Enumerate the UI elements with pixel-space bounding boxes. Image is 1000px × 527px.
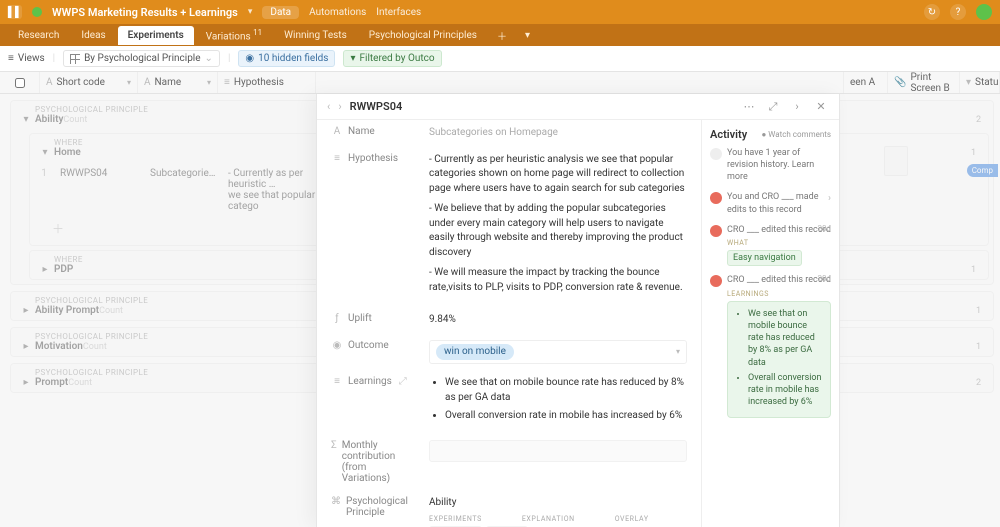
text-icon: A: [144, 77, 151, 88]
col-short-code[interactable]: AShort code▾: [40, 72, 138, 93]
avatar: [710, 225, 722, 237]
field-name-value[interactable]: Subcategories on Homepage: [429, 126, 687, 141]
text-icon: A: [331, 126, 343, 141]
field-label: Learnings: [348, 376, 392, 428]
app-logo[interactable]: ▌▌: [8, 5, 22, 19]
rollup-icon: Σ: [331, 440, 337, 484]
funnel-icon: ▾: [350, 53, 355, 64]
record-title: RWWPS04: [350, 100, 403, 113]
tab-automations[interactable]: Automations: [309, 7, 366, 18]
table-tab-experiments[interactable]: Experiments: [118, 26, 194, 45]
field-label: Hypothesis: [348, 153, 398, 302]
table-tabs-dropdown[interactable]: ▾: [517, 30, 538, 41]
outcome-tag: win on mobile: [436, 344, 514, 361]
chevron-down-icon[interactable]: ▾: [248, 7, 253, 17]
field-label: Uplift: [348, 313, 372, 328]
select-icon: ◉: [331, 340, 343, 365]
activity-what-chip: Easy navigation: [727, 250, 802, 266]
activity-event: CRO ___ edited this record: [727, 274, 831, 286]
activity-block-label: LEARNINGS: [727, 290, 831, 299]
activity-title: Activity: [710, 128, 747, 141]
next-pane-icon[interactable]: ›: [789, 99, 805, 115]
close-icon[interactable]: ✕: [813, 99, 829, 115]
col-print-b[interactable]: 📎Print Screen B: [888, 72, 960, 93]
expand-field-icon[interactable]: ⤢: [399, 376, 407, 428]
activity-block-label: WHAT: [727, 239, 831, 248]
record-detail-panel: ‹ › RWWPS04 ⋯ ⤢ › ✕ A Name Subcategories …: [316, 94, 840, 527]
select-all-checkbox[interactable]: [15, 78, 25, 88]
more-icon[interactable]: ⋯: [741, 99, 757, 115]
table-tab-variations[interactable]: Variations 11: [196, 24, 272, 46]
formula-icon: ƒ: [331, 313, 343, 328]
filter-chip[interactable]: ▾Filtered by Outco: [343, 50, 441, 67]
activity-when: 20d: [817, 274, 831, 283]
field-learnings-value[interactable]: We see that on mobile bounce rate has re…: [429, 376, 687, 428]
grid-icon: [70, 54, 80, 64]
activity-event[interactable]: You and CRO ___ made edits to this recor…: [727, 191, 831, 215]
field-label: Monthly contribution (from Variations): [342, 440, 417, 484]
col-status[interactable]: ▾Statu: [960, 72, 1000, 93]
field-uplift-value: 9.84%: [429, 313, 687, 328]
col-hypothesis[interactable]: ≡Hypothesis: [218, 72, 316, 93]
add-table-button[interactable]: ＋: [489, 28, 515, 43]
expand-icon[interactable]: ⤢: [765, 99, 781, 115]
monthly-value-empty[interactable]: [429, 440, 687, 462]
select-icon: ▾: [966, 77, 971, 88]
views-button[interactable]: ≡Views: [8, 53, 45, 64]
link-icon: ⌘: [331, 496, 341, 527]
longtext-icon: ≡: [331, 153, 343, 302]
col-name[interactable]: AName▾: [138, 72, 218, 93]
watch-comments[interactable]: ● Watch comments: [761, 130, 831, 139]
text-icon: A: [46, 77, 53, 88]
chevron-right-icon[interactable]: ›: [828, 193, 831, 204]
outcome-select[interactable]: win on mobile ▾: [429, 340, 687, 365]
prev-record-icon[interactable]: ‹: [327, 100, 330, 113]
menu-icon: ≡: [8, 53, 14, 64]
field-hypothesis-value[interactable]: - Currently as per heuristic analysis we…: [429, 153, 687, 302]
activity-info: You have 1 year of revision history. Lea…: [727, 147, 831, 183]
col-seen-a[interactable]: een A: [844, 72, 888, 93]
field-label: Outcome: [348, 340, 389, 365]
avatar[interactable]: [976, 4, 992, 20]
tab-interfaces[interactable]: Interfaces: [376, 7, 421, 18]
clock-icon: [710, 148, 722, 160]
table-tab-research[interactable]: Research: [8, 26, 69, 45]
attachment-icon: 📎: [894, 77, 906, 88]
table-tab-principles[interactable]: Psychological Principles: [359, 26, 487, 45]
table-tab-winning[interactable]: Winning Tests: [274, 26, 357, 45]
longtext-icon: ≡: [224, 77, 230, 88]
base-title[interactable]: WWPS Marketing Results + Learnings: [52, 6, 238, 19]
field-label: Name: [348, 126, 375, 141]
table-tab-ideas[interactable]: Ideas: [71, 26, 115, 45]
view-picker[interactable]: By Psychological Principle ⌄: [63, 50, 220, 67]
help-icon[interactable]: ?: [950, 4, 966, 20]
activity-learnings-box: We see that on mobile bounce rate has re…: [727, 301, 831, 418]
avatar: [710, 275, 722, 287]
longtext-icon: ≡: [331, 376, 343, 428]
base-color-dot: [32, 7, 42, 17]
history-icon[interactable]: ↻: [924, 4, 940, 20]
chevron-down-icon: ▾: [676, 346, 680, 358]
tab-data[interactable]: Data: [262, 6, 299, 19]
activity-event: CRO ___ edited this record: [727, 224, 831, 236]
field-label: Psychological Principle: [346, 496, 417, 527]
linked-record-block[interactable]: Ability EXPERIMENTS EXPLANATION OVERLAY …: [429, 496, 687, 527]
hidden-fields-chip[interactable]: ◉10 hidden fields: [238, 50, 335, 67]
avatar: [710, 192, 722, 204]
next-record-icon[interactable]: ›: [338, 100, 341, 113]
activity-when: 20d: [817, 224, 831, 233]
eye-off-icon: ◉: [245, 53, 254, 64]
